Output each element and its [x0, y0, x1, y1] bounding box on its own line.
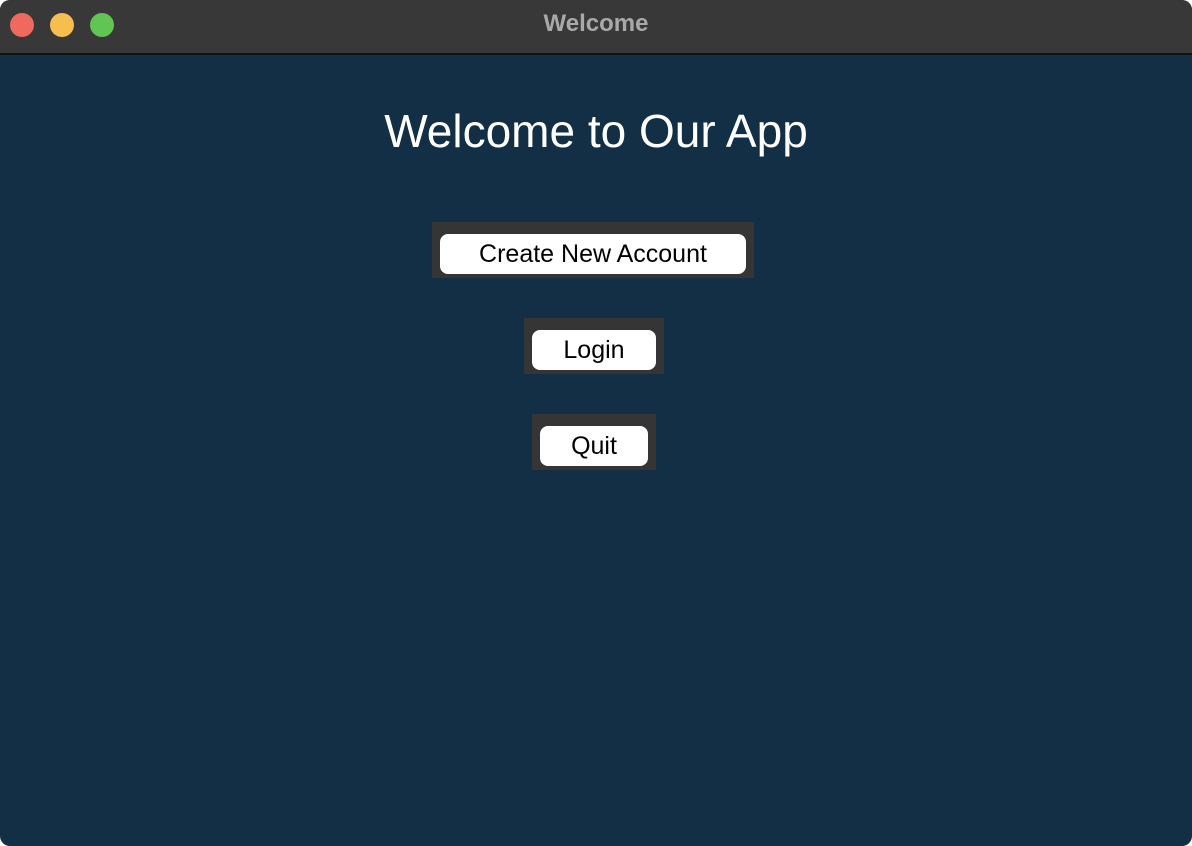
login-frame: Login — [524, 318, 664, 374]
window-title: Welcome — [543, 10, 649, 37]
create-account-button[interactable]: Create New Account — [440, 234, 746, 274]
login-button[interactable]: Login — [532, 330, 656, 370]
title-bar[interactable]: Welcome — [0, 0, 1192, 55]
quit-frame: Quit — [532, 414, 656, 470]
page-title: Welcome to Our App — [384, 105, 808, 157]
app-window: Welcome Welcome to Our App Create New Ac… — [0, 0, 1192, 846]
create-account-frame: Create New Account — [432, 222, 754, 278]
quit-button[interactable]: Quit — [540, 426, 648, 466]
